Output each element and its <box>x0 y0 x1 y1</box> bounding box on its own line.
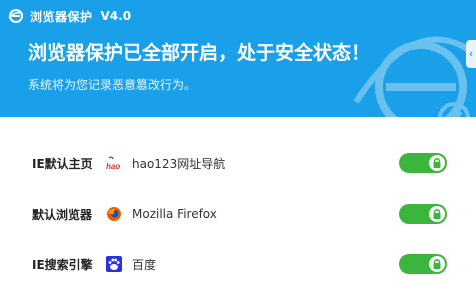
row-label: IE搜索引擎 <box>32 257 93 272</box>
row-value: hao123网址导航 <box>132 156 226 171</box>
lock-icon <box>433 209 441 219</box>
lock-icon <box>433 158 441 168</box>
version-label: V4.0 <box>100 9 132 23</box>
hao123-icon: hao <box>106 156 120 171</box>
browser-protection-window: 浏览器保护 V4.0 浏览器保护已全部开启，处于安全状态！ 系统将为您记录恶意篡… <box>0 0 476 307</box>
list-item-default-browser: 默认浏览器 Mozilla Firefox <box>0 199 476 229</box>
svg-text:hao: hao <box>106 162 120 171</box>
lock-icon <box>433 259 441 269</box>
firefox-icon <box>107 207 121 221</box>
search-engine-lock-toggle[interactable] <box>399 254 447 274</box>
homepage-lock-toggle[interactable] <box>399 153 447 173</box>
shield-e-icon <box>8 9 24 23</box>
default-browser-lock-toggle[interactable] <box>399 204 447 224</box>
row-label: 默认浏览器 <box>32 207 93 222</box>
ie-watermark-icon <box>353 36 476 117</box>
status-subtitle: 系统将为您记录恶意篡改行为。 <box>28 78 197 92</box>
row-value: 百度 <box>132 257 157 272</box>
list-item-homepage: IE默认主页 hao hao123网址导航 <box>0 148 476 178</box>
side-panel-tab[interactable]: ‹ <box>466 40 476 68</box>
row-label: IE默认主页 <box>32 156 93 171</box>
header: 浏览器保护 V4.0 浏览器保护已全部开启，处于安全状态！ 系统将为您记录恶意篡… <box>0 0 476 117</box>
list-item-search-engine: IE搜索引擎 百度 <box>0 249 476 279</box>
baidu-icon <box>106 256 122 272</box>
title-bar: 浏览器保护 V4.0 <box>8 6 131 26</box>
row-value: Mozilla Firefox <box>132 207 217 221</box>
page-title: 浏览器保护已全部开启，处于安全状态！ <box>28 42 371 64</box>
app-title: 浏览器保护 <box>30 9 93 24</box>
